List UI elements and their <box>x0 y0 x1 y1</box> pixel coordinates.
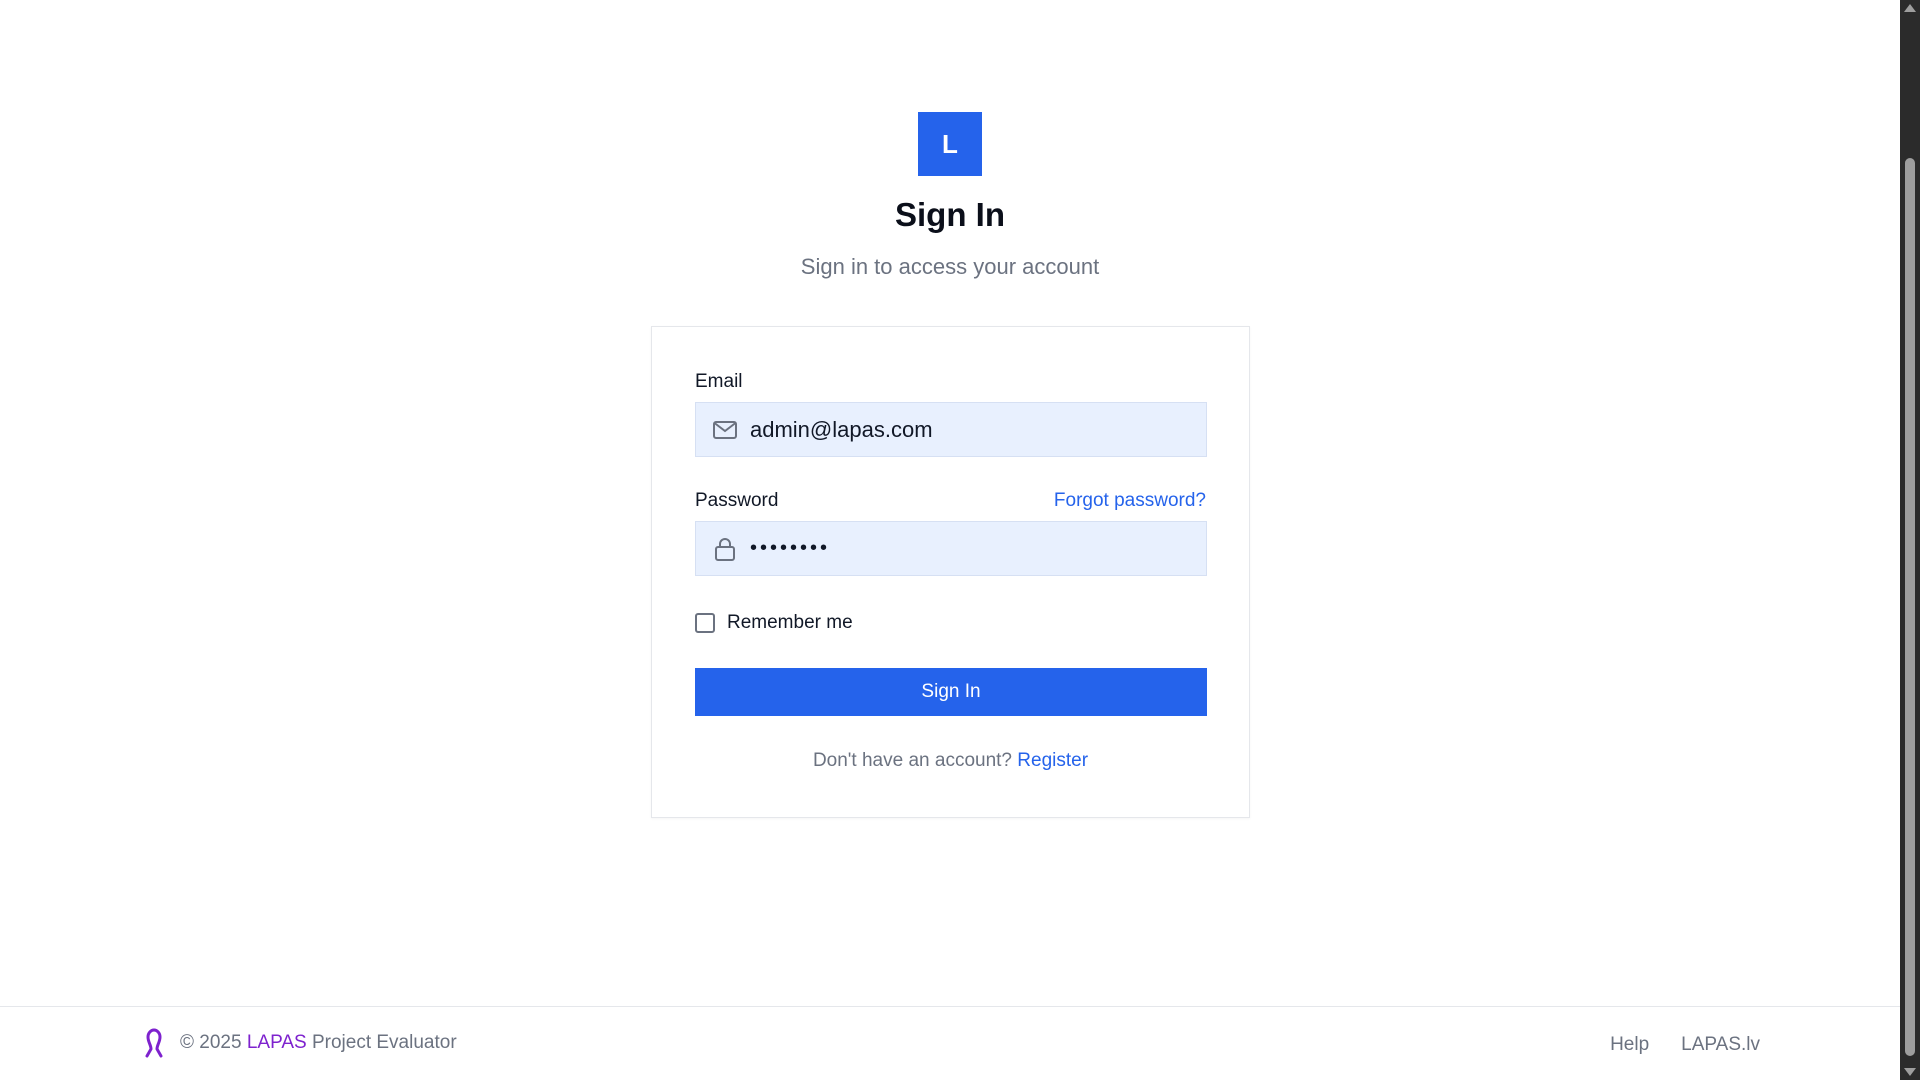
register-prompt-text: Don't have an account? <box>812 750 1012 771</box>
page-title: Sign In <box>895 196 1005 233</box>
forgot-password-link[interactable]: Forgot password? <box>1054 490 1206 512</box>
remember-me-checkbox[interactable] <box>695 613 715 633</box>
password-input-wrapper <box>695 521 1207 576</box>
copyright-year: © 2025 <box>180 1032 242 1053</box>
sign-in-card: Email Password Forgot password? Reme <box>651 326 1250 818</box>
email-input-wrapper <box>695 402 1207 457</box>
footer-left: © 2025 LAPAS Project Evaluator <box>140 1027 457 1059</box>
page-subtitle: Sign in to access your account <box>800 254 1100 279</box>
register-link[interactable]: Register <box>1017 750 1088 771</box>
footer: © 2025 LAPAS Project Evaluator Help LAPA… <box>0 1006 1900 1080</box>
footer-product: Project Evaluator <box>311 1032 457 1053</box>
scroll-up-arrow-icon[interactable] <box>1904 4 1916 12</box>
app-logo: L <box>918 112 982 176</box>
main-content: L Sign In Sign in to access your account… <box>0 0 1900 1005</box>
sign-in-button[interactable]: Sign In <box>695 668 1207 716</box>
lock-icon <box>715 538 735 561</box>
mail-icon <box>713 421 737 439</box>
email-label: Email <box>695 371 743 392</box>
email-input[interactable] <box>750 403 1190 456</box>
password-label: Password <box>695 490 779 511</box>
vertical-scrollbar[interactable] <box>1900 0 1920 1080</box>
page: L Sign In Sign in to access your account… <box>0 0 1920 1080</box>
footer-copyright: © 2025 LAPAS Project Evaluator <box>180 1032 457 1054</box>
register-prompt: Don't have an account? Register <box>652 750 1249 772</box>
password-input[interactable] <box>750 522 1190 575</box>
scroll-down-arrow-icon[interactable] <box>1904 1068 1916 1076</box>
footer-link-help[interactable]: Help <box>1610 1034 1649 1056</box>
footer-links: Help LAPAS.lv <box>1578 1034 1760 1056</box>
scrollbar-thumb[interactable] <box>1905 158 1915 1056</box>
footer-link-lapas[interactable]: LAPAS.lv <box>1681 1034 1760 1056</box>
remember-me-label[interactable]: Remember me <box>727 612 853 634</box>
remember-me-row: Remember me <box>695 612 853 634</box>
footer-brand: LAPAS <box>246 1032 307 1053</box>
logo-letter: L <box>942 128 958 159</box>
lapas-logo-icon <box>145 1028 163 1058</box>
